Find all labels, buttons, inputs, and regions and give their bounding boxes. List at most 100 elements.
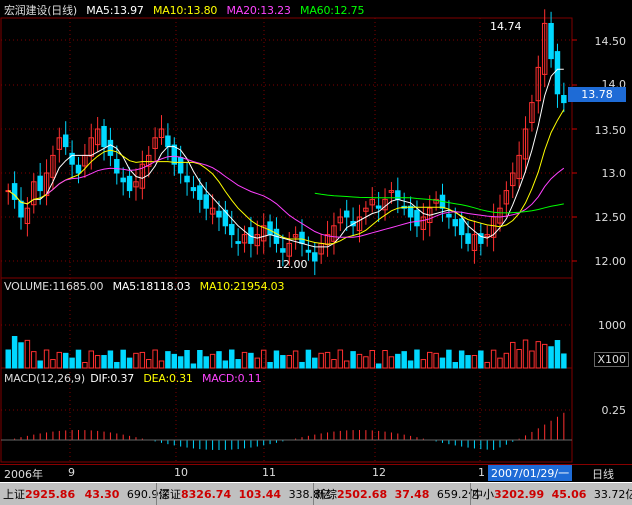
volume-bar: [427, 351, 433, 369]
candle-body: [407, 205, 414, 218]
zx-index: 3202.99: [494, 488, 545, 501]
volume-bar: [541, 343, 548, 369]
date-axis: 2006年 9 10 11 12 1 2007/01/29/一 日线: [0, 464, 632, 481]
candle-body: [229, 223, 235, 236]
candle-body: [184, 175, 190, 183]
volume-bar: [503, 352, 510, 369]
candle-body: [267, 221, 273, 236]
candle-body: [446, 213, 452, 218]
volume-bar: [280, 355, 286, 369]
candle-body: [197, 185, 203, 200]
candle-body: [414, 210, 420, 227]
candle-body: [203, 194, 209, 209]
sh-change: 43.30: [84, 488, 120, 501]
candle-body: [452, 219, 459, 227]
volume-bar: [152, 349, 158, 369]
candle-body: [561, 95, 567, 104]
volume-ma10: MA10:21954.03: [199, 280, 285, 293]
volume-bar: [101, 355, 107, 369]
volume-bar: [37, 360, 43, 369]
date-label-9: 9: [68, 466, 75, 479]
volume-bar: [11, 336, 18, 369]
volume-bar: [331, 359, 337, 369]
volume-bar: [292, 350, 299, 369]
xz-label: 新综: [315, 488, 337, 501]
volume-bar: [62, 352, 69, 369]
candle-body: [37, 175, 43, 192]
candle-body: [280, 248, 286, 253]
volume-bar: [465, 355, 471, 369]
volume-bar: [401, 351, 407, 369]
volume-bar: [561, 353, 567, 369]
xz-index: 2502.68: [337, 488, 388, 501]
volume-bar: [343, 360, 350, 369]
volume-bar: [299, 361, 305, 369]
high-price-label: 14.74: [490, 20, 522, 33]
volume-bar: [395, 353, 401, 369]
candle-body: [465, 233, 471, 244]
volume-bar: [286, 355, 292, 369]
macd-name: MACD(12,26,9): [4, 372, 85, 385]
candle-body: [126, 175, 133, 192]
xz-index-cell[interactable]: 新综2502.68 37.48 659.2亿: [315, 486, 479, 502]
volume-bar: [146, 359, 152, 369]
volume-bar: [241, 351, 248, 369]
volume-bar: [197, 350, 203, 369]
volume-bar: [126, 357, 133, 369]
volume-bar: [50, 359, 56, 369]
volume-bar: [133, 352, 139, 369]
volume-bar: [337, 349, 344, 369]
volume-bar: [369, 350, 375, 369]
volume-bar: [350, 351, 356, 369]
volume-bar: [471, 355, 478, 369]
volume-bar: [267, 362, 273, 369]
candle-body: [343, 210, 350, 218]
volume-bar: [516, 348, 522, 369]
zx-index-cell[interactable]: 中小3202.99 45.06 33.72亿: [472, 486, 632, 502]
volume-bar: [209, 353, 216, 369]
volume-bar: [497, 357, 503, 369]
sh-index-cell[interactable]: 上证2925.86 43.30 690.9亿: [3, 486, 169, 502]
volume-bar: [82, 361, 88, 369]
market-status-bar: 上证2925.86 43.30 690.9亿 深证8326.74 103.44 …: [0, 482, 632, 505]
period-button[interactable]: 日线: [592, 466, 614, 482]
ma60-value: MA60:12.75: [300, 4, 365, 17]
kline-chart[interactable]: [0, 0, 632, 464]
volume-bar: [31, 351, 37, 369]
volume-bar: [139, 351, 146, 369]
candle-body: [75, 164, 82, 174]
volume-bar: [114, 361, 120, 369]
date-label-10: 10: [174, 466, 188, 479]
volume-bar: [510, 341, 516, 369]
price-tick-5: 12.50: [594, 211, 627, 224]
volume-bar: [312, 357, 318, 369]
price-tick-6: 12.00: [594, 255, 627, 268]
volume-bar: [158, 360, 165, 369]
volume-bar: [407, 360, 414, 369]
volume-tick: 1000: [598, 319, 626, 332]
sz-index-cell[interactable]: 深证8326.74 103.44 338.8亿: [159, 486, 331, 502]
volume-bar: [548, 346, 554, 369]
volume-bar: [190, 363, 197, 369]
volume-bar: [94, 355, 101, 369]
candle-body: [548, 22, 554, 60]
ma20-value: MA20:13.23: [226, 4, 291, 17]
macd-value: MACD:0.11: [202, 372, 262, 385]
candle-body: [235, 241, 241, 244]
volume-bar: [254, 357, 261, 369]
volume-legend: VOLUME:11685.00 MA5:18118.03 MA10:21954.…: [4, 280, 290, 293]
candle-body: [190, 187, 197, 192]
date-label-2006: 2006年: [4, 468, 43, 481]
volume-bar: [458, 350, 465, 369]
stock-name: 宏润建设(日线): [4, 4, 77, 17]
low-price-label: 12.00: [276, 258, 308, 271]
volume-bar: [165, 351, 171, 369]
candle-body: [312, 252, 318, 262]
volume-bar: [452, 362, 459, 369]
volume-bar: [56, 351, 63, 369]
sz-change: 103.44: [238, 488, 282, 501]
volume-bar: [216, 351, 222, 369]
volume-bar: [446, 349, 452, 369]
dea-value: DEA:0.31: [143, 372, 193, 385]
candle-body: [222, 209, 229, 227]
